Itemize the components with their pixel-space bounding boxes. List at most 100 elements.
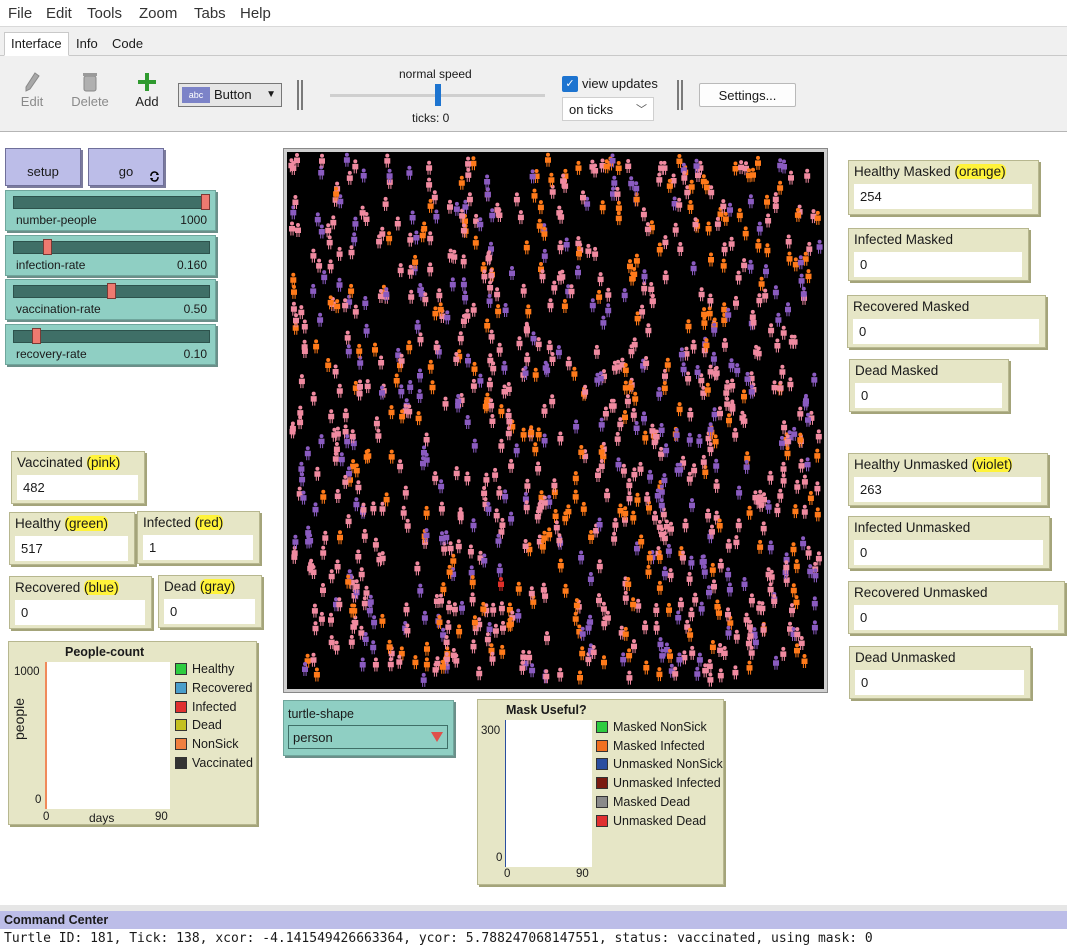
turtle-agent[interactable] <box>579 646 586 661</box>
turtle-agent[interactable] <box>372 657 379 672</box>
turtle-agent[interactable] <box>298 305 305 320</box>
settings-button[interactable]: Settings... <box>699 83 796 107</box>
turtle-agent[interactable] <box>546 340 553 355</box>
turtle-agent[interactable] <box>453 466 460 481</box>
turtle-agent[interactable] <box>667 568 674 583</box>
turtle-agent[interactable] <box>445 619 452 634</box>
turtle-agent[interactable] <box>386 231 393 246</box>
turtle-agent[interactable] <box>310 391 317 406</box>
turtle-agent[interactable] <box>742 226 749 241</box>
turtle-agent[interactable] <box>707 293 714 308</box>
turtle-agent[interactable] <box>535 461 542 476</box>
turtle-agent[interactable] <box>557 667 564 682</box>
turtle-agent[interactable] <box>801 654 808 668</box>
turtle-agent[interactable] <box>644 222 651 237</box>
turtle-agent[interactable] <box>801 474 808 489</box>
turtle-agent[interactable] <box>314 212 321 227</box>
turtle-agent[interactable] <box>611 531 618 546</box>
turtle-agent[interactable] <box>342 474 349 489</box>
turtle-agent[interactable] <box>555 345 562 360</box>
turtle-agent[interactable] <box>621 288 628 303</box>
turtle-agent[interactable] <box>466 192 473 207</box>
turtle-agent[interactable] <box>625 159 632 173</box>
turtle-agent[interactable] <box>470 639 477 654</box>
turtle-agent[interactable] <box>465 167 472 182</box>
turtle-agent[interactable] <box>764 243 771 258</box>
turtle-agent[interactable] <box>725 538 732 553</box>
turtle-agent[interactable] <box>348 634 355 649</box>
turtle-agent[interactable] <box>713 510 720 525</box>
turtle-agent[interactable] <box>372 342 378 357</box>
turtle-agent[interactable] <box>585 243 592 258</box>
turtle-agent[interactable] <box>520 427 527 442</box>
turtle-agent[interactable] <box>573 419 580 434</box>
turtle-agent[interactable] <box>379 501 386 516</box>
turtle-agent[interactable] <box>541 403 548 418</box>
turtle-agent[interactable] <box>726 582 733 597</box>
turtle-agent[interactable] <box>447 199 453 214</box>
turtle-agent[interactable] <box>781 420 788 435</box>
turtle-agent[interactable] <box>318 611 325 626</box>
turtle-agent[interactable] <box>436 288 443 303</box>
turtle-agent[interactable] <box>508 511 515 526</box>
turtle-agent[interactable] <box>780 473 787 488</box>
turtle-agent[interactable] <box>687 407 694 422</box>
turtle-agent[interactable] <box>596 593 602 608</box>
turtle-agent[interactable] <box>572 471 579 486</box>
turtle-agent[interactable] <box>535 427 542 442</box>
turtle-agent[interactable] <box>736 208 743 223</box>
turtle-agent[interactable] <box>614 431 621 446</box>
turtle-agent[interactable] <box>379 385 385 400</box>
turtle-agent[interactable] <box>361 596 368 611</box>
turtle-agent[interactable] <box>709 640 716 654</box>
turtle-agent[interactable] <box>548 172 555 187</box>
turtle-agent[interactable] <box>748 384 755 399</box>
turtle-agent[interactable] <box>741 577 748 591</box>
turtle-agent[interactable] <box>793 559 800 574</box>
turtle-agent[interactable] <box>447 541 454 556</box>
turtle-agent[interactable] <box>360 168 367 183</box>
turtle-agent[interactable] <box>772 285 779 300</box>
chooser-value[interactable]: person <box>288 725 448 749</box>
turtle-agent[interactable] <box>438 501 445 516</box>
turtle-agent[interactable] <box>355 549 362 564</box>
turtle-agent[interactable] <box>427 359 434 374</box>
turtle-agent[interactable] <box>597 272 604 287</box>
turtle-agent[interactable] <box>647 469 654 484</box>
turtle-agent[interactable] <box>408 289 415 304</box>
turtle-agent[interactable] <box>680 362 687 377</box>
turtle-agent[interactable] <box>403 602 410 617</box>
turtle-agent[interactable] <box>733 629 740 644</box>
turtle-agent[interactable] <box>551 280 558 295</box>
edit-button[interactable]: Edit <box>18 72 46 109</box>
turtle-agent[interactable] <box>470 302 477 317</box>
turtle-agent[interactable] <box>732 427 739 442</box>
turtle-agent[interactable] <box>713 458 720 473</box>
turtle-agent[interactable] <box>446 600 453 615</box>
turtle-agent[interactable] <box>665 543 672 558</box>
turtle-agent[interactable] <box>777 180 784 195</box>
turtle-agent[interactable] <box>486 377 493 392</box>
slider-thumb[interactable] <box>201 194 210 210</box>
turtle-agent[interactable] <box>755 155 761 170</box>
turtle-agent[interactable] <box>707 672 714 687</box>
turtle-agent[interactable] <box>662 270 669 285</box>
turtle-agent[interactable] <box>358 567 365 582</box>
turtle-agent[interactable] <box>530 331 537 346</box>
turtle-agent[interactable] <box>338 452 345 467</box>
turtle-agent[interactable] <box>290 272 297 287</box>
turtle-agent[interactable] <box>595 468 601 482</box>
turtle-agent[interactable] <box>672 222 679 237</box>
turtle-agent[interactable] <box>698 601 705 616</box>
turtle-agent[interactable] <box>320 489 327 504</box>
turtle-agent[interactable] <box>501 360 508 375</box>
turtle-agent[interactable] <box>707 442 714 457</box>
turtle-agent[interactable] <box>622 590 629 605</box>
turtle-agent[interactable] <box>427 262 434 277</box>
turtle-agent[interactable] <box>661 566 668 581</box>
turtle-agent[interactable] <box>626 478 633 493</box>
turtle-agent[interactable] <box>786 251 793 266</box>
turtle-agent[interactable] <box>493 508 500 523</box>
turtle-agent[interactable] <box>682 518 689 533</box>
turtle-agent[interactable] <box>811 372 818 387</box>
